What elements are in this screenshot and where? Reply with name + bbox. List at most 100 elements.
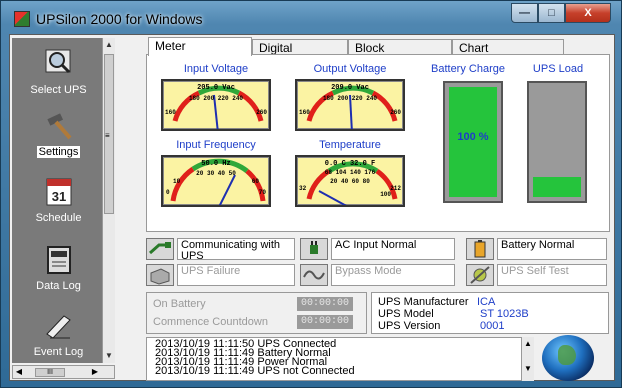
temperature-label: Temperature — [319, 139, 381, 151]
tick: 240 — [232, 95, 244, 102]
on-battery-label: On Battery — [153, 298, 206, 310]
temperature-c-ticks: 68 104 140 176 — [297, 169, 403, 176]
sidebar-item-schedule[interactable]: 31 Schedule — [12, 176, 105, 224]
calendar-day: 31 — [51, 189, 65, 204]
sidebar-item-label: Schedule — [35, 212, 82, 224]
status-ups-failure: UPS Failure — [146, 264, 296, 288]
maximize-button[interactable]: □ — [538, 3, 565, 23]
input-frequency-reading: 50.0 Hz — [201, 160, 231, 168]
list-item: 2013/10/19 11:11:49 UPS not Connected — [155, 365, 355, 377]
scroll-left-icon[interactable]: ◀ — [13, 366, 25, 378]
tab-chart[interactable]: Chart — [452, 39, 564, 55]
status-text: Battery Normal — [497, 238, 607, 260]
tick: 180 — [322, 95, 334, 102]
title-bar[interactable]: UPSilon 2000 for Windows — □ X — [1, 1, 621, 35]
sidebar-item-label: Settings — [36, 146, 81, 158]
ups-load-label: UPS Load — [532, 63, 584, 75]
tick: 260 — [390, 109, 401, 116]
tick: 260 — [256, 109, 267, 116]
tab-strip: Meter Digital Block Chart — [148, 37, 568, 56]
tick: 40 — [217, 170, 225, 177]
scroll-grip: ≡ — [105, 131, 110, 140]
tick: 60 — [351, 178, 359, 185]
status-text: AC Input Normal — [331, 238, 455, 260]
status-self-test: UPS Self Test — [466, 264, 610, 288]
tab-digital[interactable]: Digital — [252, 39, 348, 55]
tick: 100 — [380, 191, 391, 198]
tick: 80 — [362, 178, 370, 185]
datalog-icon — [42, 244, 76, 276]
tick: 200 — [203, 95, 215, 102]
sidebar-item-label: Select UPS — [30, 84, 87, 96]
plug-icon — [146, 238, 174, 260]
battery-icon — [466, 238, 494, 260]
version-label: UPS Version — [378, 320, 441, 332]
hammer-icon — [42, 110, 76, 142]
tick: 40 — [340, 178, 349, 185]
tick: 104 — [335, 169, 347, 176]
input-voltage-ticks: 180 200 220 240 — [163, 95, 269, 102]
pen-icon — [42, 310, 76, 342]
model-label: UPS Model — [378, 308, 434, 320]
status-text: UPS Failure — [177, 264, 295, 286]
output-voltage-ticks: 180 200 220 240 — [297, 95, 403, 102]
tick: 60 — [251, 178, 259, 185]
sidebar-scrollbar[interactable]: ▲ ≡ ▼ — [102, 38, 115, 363]
sidebar-item-event-log[interactable]: Event Log — [12, 310, 105, 358]
event-log-list[interactable]: 2013/10/19 11:11:50 UPS Connected 2013/1… — [146, 337, 534, 381]
input-voltage-reading: 205.0 Vac — [197, 84, 235, 92]
temperature-f-ticks: 20 40 60 80 — [297, 178, 403, 185]
window-title: UPSilon 2000 for Windows — [36, 11, 203, 27]
tick: 50 — [228, 170, 236, 177]
status-text: Bypass Mode — [331, 264, 455, 286]
tick: 200 — [337, 95, 349, 102]
ups-info-panel: UPS Manufacturer ICA UPS Model ST 1023B … — [371, 292, 609, 334]
tick: 68 — [324, 169, 332, 176]
sidebar-item-select-ups[interactable]: Select UPS — [12, 48, 105, 96]
window-controls: — □ X — [511, 3, 611, 23]
battery-charge-value: 100 % — [457, 131, 489, 143]
status-communicating: Communicating with UPS — [146, 238, 296, 262]
meter-panel: Input Voltage 205.0 Vac 180 200 220 240 … — [146, 54, 610, 232]
wave-icon — [300, 264, 328, 286]
tab-meter[interactable]: Meter — [148, 37, 252, 56]
status-text: Communicating with UPS — [177, 238, 295, 262]
sidebar-hscrollbar[interactable]: ◀ III ▶ — [12, 365, 115, 379]
sidebar-item-settings[interactable]: Settings — [12, 110, 105, 158]
tick: 70 — [258, 189, 266, 196]
scroll-up-icon[interactable]: ▲ — [522, 339, 534, 348]
tab-block[interactable]: Block — [348, 39, 452, 55]
sidebar: Select UPS Settings 31 Schedule Data Log — [12, 38, 115, 363]
client-area: Select UPS Settings 31 Schedule Data Log — [9, 34, 615, 381]
scroll-down-icon[interactable]: ▼ — [522, 364, 534, 373]
minimize-button[interactable]: — — [511, 3, 538, 23]
log-scrollbar[interactable]: ▲ ▼ — [521, 337, 534, 381]
self-test-icon — [466, 264, 494, 286]
status-text: UPS Self Test — [497, 264, 607, 286]
tick: 180 — [188, 95, 200, 102]
model-value: ST 1023B — [480, 308, 529, 320]
power-plug-icon — [300, 238, 328, 260]
scroll-thumb[interactable]: ≡ — [104, 54, 114, 214]
close-button[interactable]: X — [565, 3, 611, 23]
hscroll-thumb[interactable]: III — [35, 368, 65, 377]
battery-charge-bar: 100 % — [443, 81, 503, 203]
input-voltage-meter: 205.0 Vac 180 200 220 240 160 260 — [161, 79, 271, 131]
app-icon[interactable] — [14, 11, 30, 27]
scroll-right-icon[interactable]: ▶ — [89, 366, 101, 378]
temperature-reading: 0.0 C 32.0 F — [324, 160, 376, 168]
sidebar-item-label: Data Log — [36, 280, 81, 292]
scroll-down-icon[interactable]: ▼ — [103, 349, 115, 363]
output-voltage-reading: 209.0 Vac — [331, 84, 369, 92]
output-voltage-meter: 209.0 Vac 180 200 220 240 160 260 — [295, 79, 405, 131]
ups-load-fill — [533, 177, 581, 197]
tick: 30 — [206, 170, 215, 177]
scroll-up-icon[interactable]: ▲ — [103, 38, 115, 52]
sidebar-item-data-log[interactable]: Data Log — [12, 244, 105, 292]
status-bypass: Bypass Mode — [300, 264, 460, 288]
temperature-meter: 0.0 C 32.0 F 68 104 140 176 20 40 60 80 … — [295, 155, 405, 207]
calendar-icon: 31 — [42, 176, 76, 208]
status-ac-input: AC Input Normal — [300, 238, 460, 262]
status-battery: Battery Normal — [466, 238, 610, 262]
ups-box-icon — [146, 264, 174, 286]
